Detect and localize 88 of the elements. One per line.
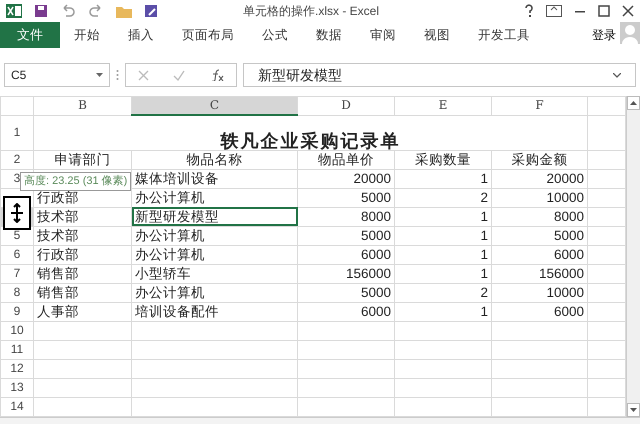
- table-cell[interactable]: 技术部: [34, 226, 132, 245]
- table-cell[interactable]: 6000: [298, 245, 394, 264]
- table-cell[interactable]: 10000: [492, 283, 588, 302]
- table-cell[interactable]: 1: [394, 226, 492, 245]
- maximize-icon[interactable]: [598, 5, 610, 17]
- table-cell[interactable]: 技术部: [34, 207, 132, 226]
- help-icon[interactable]: [524, 4, 534, 18]
- ribbon-display-icon[interactable]: [546, 5, 562, 17]
- table-cell[interactable]: 办公计算机: [132, 245, 298, 264]
- window-title: 单元格的操作.xlsx - Excel: [242, 3, 380, 20]
- row-header[interactable]: 12: [0, 359, 34, 378]
- table-cell[interactable]: 采购金额: [492, 150, 588, 169]
- row-header[interactable]: 9: [0, 302, 34, 321]
- table-cell[interactable]: 20000: [492, 169, 588, 188]
- table-cell[interactable]: 1: [394, 169, 492, 188]
- table-cell[interactable]: 8000: [298, 207, 394, 226]
- table-cell[interactable]: 办公计算机: [132, 226, 298, 245]
- name-box[interactable]: C5: [4, 63, 110, 87]
- table-cell[interactable]: 物品名称: [132, 150, 298, 169]
- table-cell[interactable]: 1: [394, 245, 492, 264]
- insert-function-icon[interactable]: [210, 69, 224, 81]
- row-header[interactable]: 13: [0, 378, 34, 397]
- scroll-up-icon[interactable]: [627, 96, 640, 110]
- selected-cell[interactable]: 新型研发模型: [132, 207, 298, 226]
- ribbon-tab[interactable]: 数据: [302, 22, 356, 48]
- row-header[interactable]: 6: [0, 245, 34, 264]
- save-icon[interactable]: [34, 4, 48, 18]
- table-cell[interactable]: 培训设备配件: [132, 302, 298, 321]
- excel-logo-icon[interactable]: [6, 4, 22, 18]
- row-header[interactable]: 14: [0, 397, 34, 416]
- ribbon-tab[interactable]: 页面布局: [168, 22, 248, 48]
- table-cell[interactable]: 1: [394, 302, 492, 321]
- row-height-tooltip: 高度: 23.25 (31 像素): [20, 172, 132, 190]
- row-header[interactable]: 7: [0, 264, 34, 283]
- column-header[interactable]: D: [298, 96, 394, 115]
- ribbon-tab[interactable]: 审阅: [356, 22, 410, 48]
- close-icon[interactable]: [622, 5, 634, 17]
- ribbon-tab[interactable]: 视图: [410, 22, 464, 48]
- ribbon-tab[interactable]: 开发工具: [464, 22, 544, 48]
- table-cell[interactable]: 小型轿车: [132, 264, 298, 283]
- table-cell[interactable]: 采购数量: [394, 150, 492, 169]
- ribbon-tab[interactable]: 开始: [60, 22, 114, 48]
- expand-caret-icon[interactable]: [613, 72, 621, 78]
- column-header[interactable]: E: [394, 96, 492, 115]
- row-header[interactable]: 1: [0, 115, 34, 150]
- table-cell[interactable]: 20000: [298, 169, 394, 188]
- table-cell[interactable]: 申请部门: [34, 150, 132, 169]
- table-cell[interactable]: 1: [394, 207, 492, 226]
- table-cell[interactable]: 6000: [492, 302, 588, 321]
- table-cell[interactable]: 6000: [298, 302, 394, 321]
- table-cell[interactable]: 人事部: [34, 302, 132, 321]
- row-header[interactable]: 8: [0, 283, 34, 302]
- table-cell[interactable]: 5000: [298, 283, 394, 302]
- file-tab[interactable]: 文件: [0, 22, 60, 48]
- enter-check-icon[interactable]: [173, 70, 186, 80]
- ribbon-tab[interactable]: 公式: [248, 22, 302, 48]
- table-cell[interactable]: 2: [394, 188, 492, 207]
- vertical-scrollbar[interactable]: [626, 96, 640, 416]
- sign-in-link[interactable]: 登录: [588, 22, 620, 48]
- table-cell[interactable]: 物品单价: [298, 150, 394, 169]
- table-cell[interactable]: 2: [394, 283, 492, 302]
- save-as-icon[interactable]: [144, 4, 158, 18]
- table-cell[interactable]: 156000: [298, 264, 394, 283]
- row-header[interactable]: 10: [0, 321, 34, 340]
- table-cell[interactable]: 销售部: [34, 283, 132, 302]
- drag-handle-icon[interactable]: [116, 69, 119, 81]
- scroll-down-icon[interactable]: [627, 402, 640, 416]
- table-cell[interactable]: 行政部: [34, 245, 132, 264]
- column-header[interactable]: C: [132, 96, 298, 115]
- column-header[interactable]: B: [34, 96, 132, 115]
- formula-field[interactable]: 新型研发模型: [243, 63, 636, 87]
- column-header[interactable]: F: [492, 96, 588, 115]
- sheet-title: 轶凡企业采购记录单: [34, 115, 588, 150]
- table-cell[interactable]: 5000: [492, 226, 588, 245]
- ribbon-tab[interactable]: 插入: [114, 22, 168, 48]
- table-cell[interactable]: 10000: [492, 188, 588, 207]
- table-cell[interactable]: 6000: [492, 245, 588, 264]
- table-cell[interactable]: 156000: [492, 264, 588, 283]
- table-cell[interactable]: 1: [394, 264, 492, 283]
- table-cell[interactable]: 销售部: [34, 264, 132, 283]
- dropdown-caret-icon[interactable]: [96, 73, 103, 77]
- row-header[interactable]: 11: [0, 340, 34, 359]
- table-cell[interactable]: 8000: [492, 207, 588, 226]
- table-cell[interactable]: 5000: [298, 188, 394, 207]
- table-cell[interactable]: 办公计算机: [132, 283, 298, 302]
- table-cell[interactable]: 媒体培训设备: [132, 169, 298, 188]
- row-header[interactable]: 2: [0, 150, 34, 169]
- table-cell[interactable]: 5000: [298, 226, 394, 245]
